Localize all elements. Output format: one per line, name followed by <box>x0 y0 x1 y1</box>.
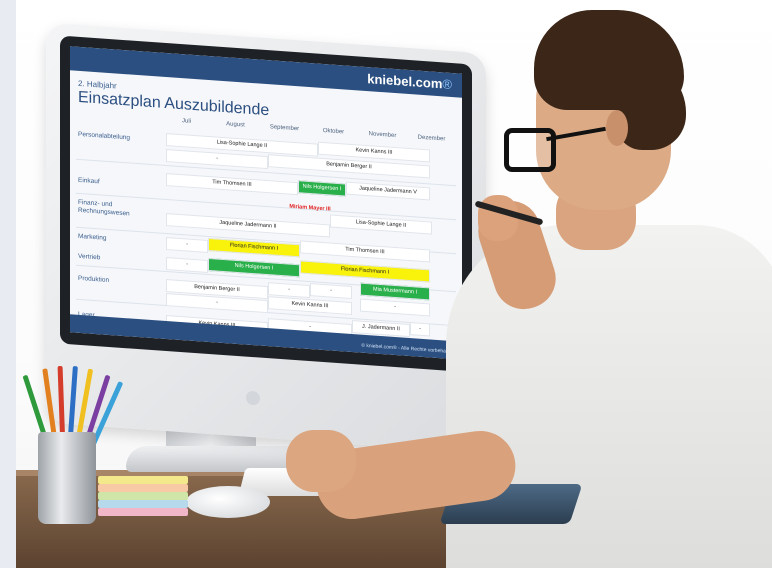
glasses-icon <box>504 128 556 172</box>
sticky-note <box>98 500 188 508</box>
month-label: November <box>368 131 397 140</box>
sticky-note <box>98 476 188 484</box>
month-label: Juli <box>181 118 191 125</box>
brand-logo: kniebel.com® <box>367 71 452 93</box>
assignment-cell: Tim Thomsen III <box>300 240 430 263</box>
person-ear <box>606 110 628 146</box>
assignment-cell: Tim Thomsen III <box>166 173 298 196</box>
apple-logo-icon <box>246 390 260 406</box>
mouse <box>186 486 270 518</box>
row-label: Produktion <box>78 274 110 285</box>
monitor-screen: kniebel.com® 2. Halbjahr Einsatzplan Aus… <box>70 46 462 360</box>
plan-title: Einsatzplan Auszubildende <box>78 88 270 120</box>
monitor-bezel: kniebel.com® 2. Halbjahr Einsatzplan Aus… <box>60 35 472 373</box>
row-label: Einkauf <box>78 176 100 186</box>
assignment-cell: - <box>310 283 352 300</box>
photo-scene: kniebel.com® 2. Halbjahr Einsatzplan Aus… <box>16 0 772 568</box>
screen-header-bar: kniebel.com® <box>70 46 462 98</box>
month-label: September <box>269 124 300 133</box>
sticky-note <box>98 492 188 500</box>
assignment-cell: - <box>410 322 430 337</box>
pencil-cup <box>38 432 96 524</box>
person-hand-desk <box>286 430 356 492</box>
row-label: Finanz- und Rechnungswesen <box>78 198 130 218</box>
copyright-text: © kniebel.com® - Alle Rechte vorbehalten <box>361 342 454 356</box>
assignment-cell-highlight: Mia Mustermann I <box>360 282 430 301</box>
sticky-note <box>98 484 188 492</box>
assignment-cell-highlight: Nils Holgersen I <box>298 180 346 197</box>
assignment-cell: Jaqueline Jadermann V <box>346 181 430 201</box>
assignment-cell: - <box>166 237 208 253</box>
sticky-note <box>98 508 188 516</box>
row-label: Marketing <box>78 232 107 242</box>
monitor: kniebel.com® 2. Halbjahr Einsatzplan Aus… <box>46 22 486 454</box>
assignment-cell: - <box>360 298 430 317</box>
month-label: Oktober <box>322 127 345 136</box>
left-edge-strip <box>0 0 16 568</box>
month-label: Dezember <box>417 134 446 143</box>
sticky-notes-stack <box>98 476 188 520</box>
row-label: Vertrieb <box>78 252 101 262</box>
assignment-cell-highlight: Florian Fischmann I <box>300 260 430 283</box>
month-label: August <box>226 121 245 129</box>
row-label: Personalabteilung <box>78 130 131 142</box>
